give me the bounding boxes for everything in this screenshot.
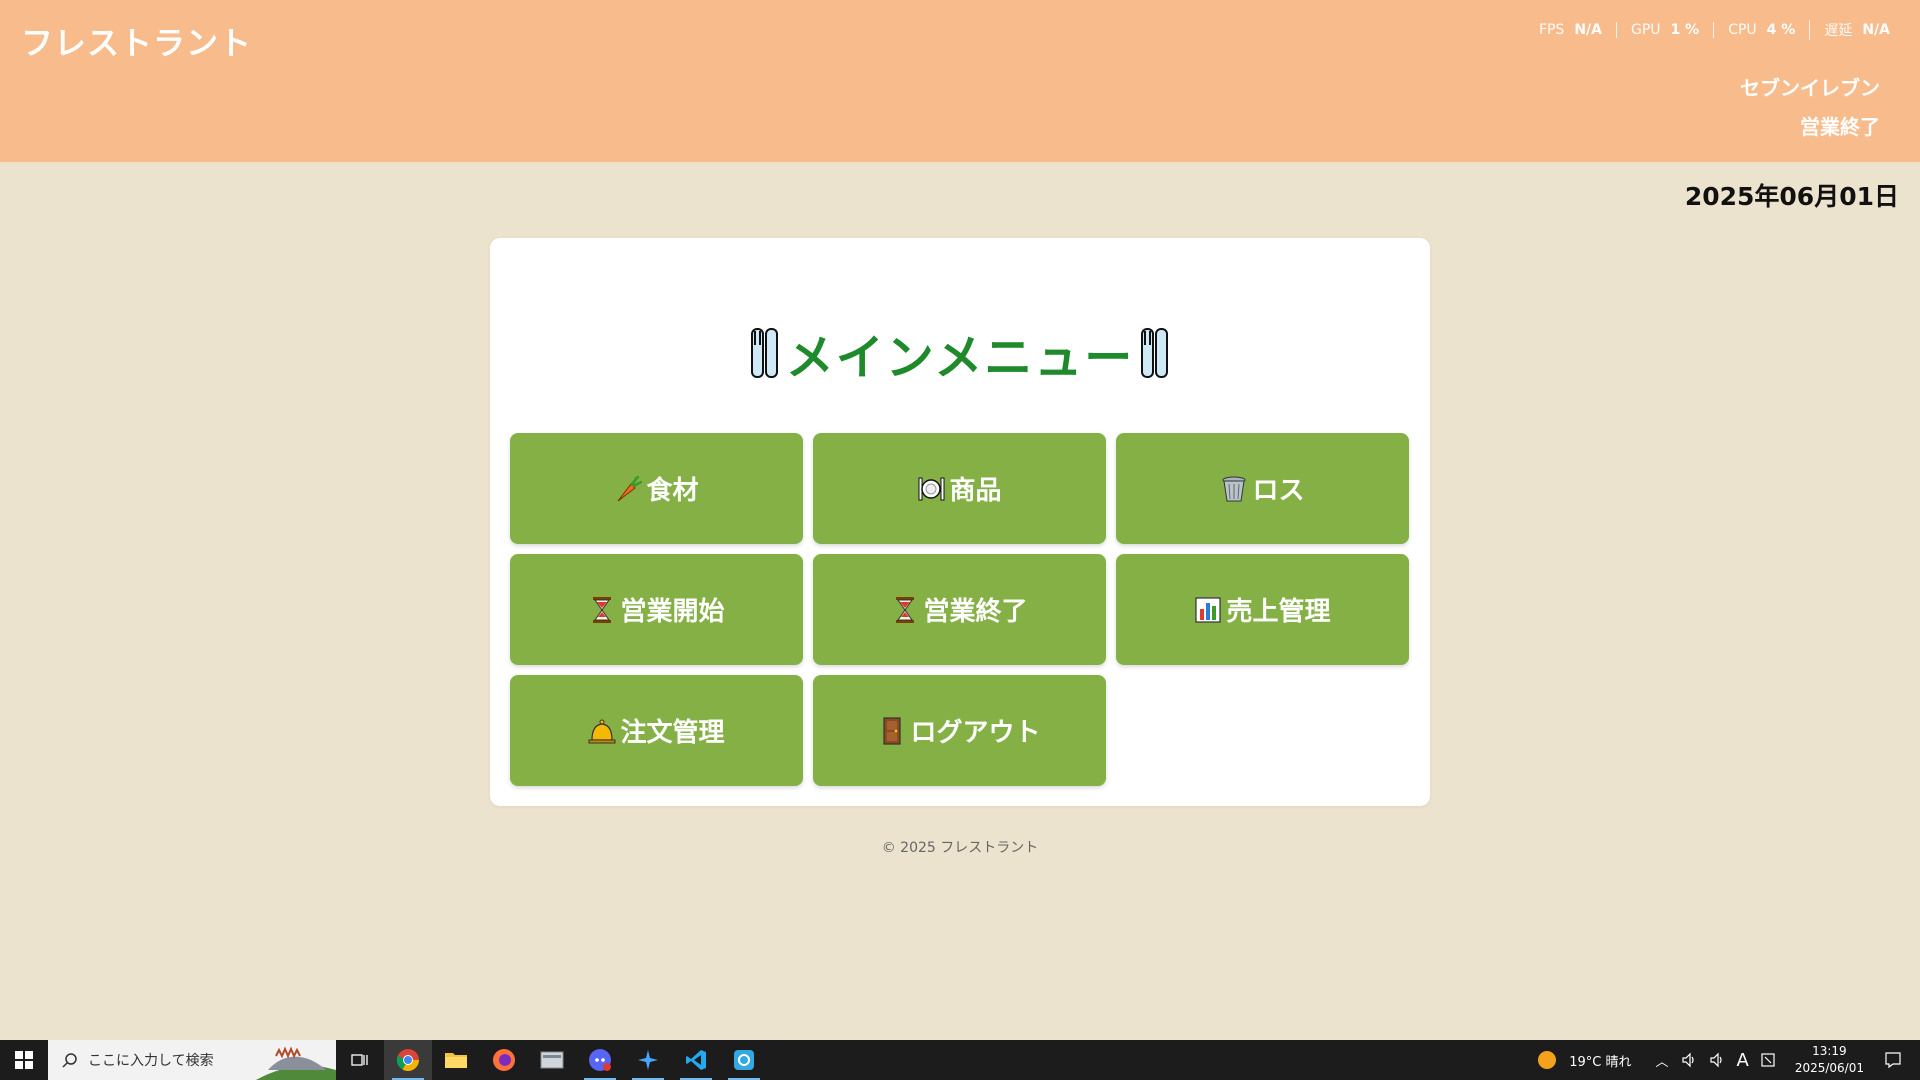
taskbar-app-unknown[interactable] xyxy=(528,1040,576,1080)
bell-icon xyxy=(588,719,616,743)
sales-management-button[interactable]: 売上管理 xyxy=(1116,554,1409,665)
current-date: 2025年06月01日 xyxy=(1684,182,1899,211)
perf-fps: FPS N/A xyxy=(1525,22,1616,38)
menu-grid: 食材 商品 ロス 営業開始 営業終了 売上管理 注文管理 ログアウト xyxy=(510,433,1409,786)
ingredients-button[interactable]: 食材 xyxy=(510,433,803,544)
speaker-icon[interactable] xyxy=(1709,1052,1725,1068)
search-placeholder: ここに入力して検索 xyxy=(88,1053,214,1069)
taskbar-copilot[interactable] xyxy=(624,1040,672,1080)
taskbar-app-browser[interactable] xyxy=(720,1040,768,1080)
chevron-up-icon[interactable]: ︿ xyxy=(1655,1051,1668,1070)
start-business-button[interactable]: 営業開始 xyxy=(510,554,803,665)
app-title: フレストラント xyxy=(21,24,253,62)
performance-overlay: FPS N/A GPU 1 % CPU 4 % 遅延 N/A xyxy=(1525,20,1904,40)
taskbar-discord[interactable] xyxy=(576,1040,624,1080)
windows-icon xyxy=(15,1051,33,1069)
windows-taskbar: ここに入力して検索 19°C 晴れ ︿ A 13:19 2025/06/01 xyxy=(0,1040,1920,1080)
end-business-button[interactable]: 営業終了 xyxy=(813,554,1106,665)
taskbar-vscode[interactable] xyxy=(672,1040,720,1080)
button-label: ログアウト xyxy=(910,718,1041,748)
perf-label: CPU xyxy=(1728,22,1757,38)
door-icon xyxy=(883,716,902,745)
taskbar-file-explorer[interactable] xyxy=(432,1040,480,1080)
perf-value: 4 % xyxy=(1766,22,1796,38)
folder-icon xyxy=(445,1053,467,1068)
sparkle-icon xyxy=(638,1050,658,1070)
system-tray: 19°C 晴れ ︿ A 13:19 2025/06/01 xyxy=(1531,1040,1920,1080)
app-header: フレストラント FPS N/A GPU 1 % CPU 4 % 遅延 N/A セ… xyxy=(0,0,1920,162)
perf-cpu: CPU 4 % xyxy=(1713,22,1809,38)
footer-copyright: © 2025 フレストラント xyxy=(881,840,1039,856)
products-button[interactable]: 商品 xyxy=(813,433,1106,544)
order-management-button[interactable]: 注文管理 xyxy=(510,675,803,786)
ime-indicator[interactable]: A xyxy=(1737,1050,1749,1071)
hourglass-icon xyxy=(896,596,915,623)
taskbar-search-box[interactable]: ここに入力して検索 xyxy=(48,1040,336,1080)
taskbar-clock[interactable]: 13:19 2025/06/01 xyxy=(1795,1043,1864,1077)
taskbar-firefox[interactable] xyxy=(480,1040,528,1080)
perf-label: FPS xyxy=(1538,22,1565,38)
perf-label: 遅延 xyxy=(1824,23,1853,39)
main-menu-title: メインメニュー xyxy=(785,330,1135,386)
store-status: 営業終了 xyxy=(1800,115,1880,139)
ime-mode-icon[interactable] xyxy=(1761,1053,1775,1067)
perf-value: N/A xyxy=(1862,22,1890,38)
task-view-button[interactable] xyxy=(336,1040,384,1080)
start-button[interactable] xyxy=(0,1040,48,1080)
plate-icon xyxy=(918,477,945,500)
fork-knife-icon xyxy=(750,328,778,378)
clock-time: 13:19 xyxy=(1812,1044,1847,1058)
vscode-icon xyxy=(686,1050,706,1070)
search-icon xyxy=(62,1053,77,1068)
notification-icon[interactable] xyxy=(1884,1051,1902,1069)
volume-icon[interactable] xyxy=(1681,1052,1697,1068)
browser-app-icon xyxy=(734,1050,754,1070)
button-label: 売上管理 xyxy=(1226,597,1331,627)
main-menu-title-row: メインメニュー xyxy=(490,318,1430,388)
firefox-icon xyxy=(493,1049,515,1071)
perf-label: GPU xyxy=(1631,22,1661,38)
app-window-icon xyxy=(540,1051,564,1069)
button-label: 営業終了 xyxy=(923,597,1028,627)
logout-button[interactable]: ログアウト xyxy=(813,675,1106,786)
carrot-icon xyxy=(618,475,643,501)
perf-value: 1 % xyxy=(1670,22,1700,38)
taskbar-chrome[interactable] xyxy=(384,1040,432,1080)
fork-knife-icon xyxy=(1141,328,1169,378)
hourglass-icon xyxy=(593,596,612,623)
button-label: 商品 xyxy=(949,476,1002,506)
loss-button[interactable]: ロス xyxy=(1116,433,1409,544)
button-label: 営業開始 xyxy=(620,597,725,627)
chrome-icon xyxy=(396,1049,419,1071)
bar-chart-icon xyxy=(1195,596,1222,623)
discord-icon xyxy=(589,1049,611,1071)
search-highlight-image xyxy=(256,1046,336,1080)
clock-date: 2025/06/01 xyxy=(1794,1061,1864,1075)
task-view-icon xyxy=(351,1054,368,1066)
perf-value: N/A xyxy=(1574,22,1602,38)
store-name: セブンイレブン xyxy=(1740,76,1880,100)
trash-icon xyxy=(1222,476,1246,501)
button-label: 食材 xyxy=(646,476,699,506)
perf-latency: 遅延 N/A xyxy=(1809,20,1904,40)
weather-sun-icon[interactable] xyxy=(1537,1050,1557,1070)
button-label: ロス xyxy=(1252,476,1305,506)
button-label: 注文管理 xyxy=(620,718,725,748)
main-menu-card: メインメニュー 食材 商品 ロス 営業開始 営業終了 売上管理 注文管理 ログア… xyxy=(490,238,1430,806)
weather-text[interactable]: 19°C 晴れ xyxy=(1569,1051,1631,1070)
perf-gpu: GPU 1 % xyxy=(1616,22,1713,38)
